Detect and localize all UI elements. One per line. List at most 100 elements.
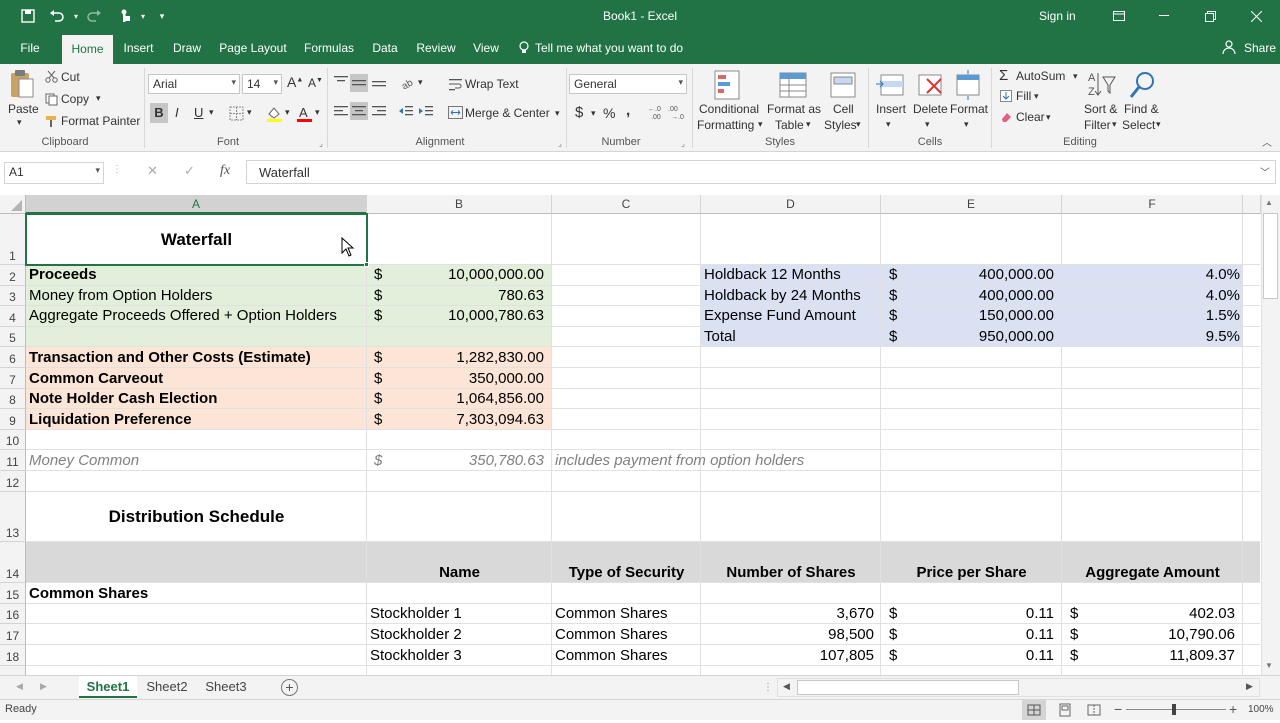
sort-dropdown-icon[interactable]: ▾ xyxy=(1112,119,1117,130)
borders-icon[interactable] xyxy=(228,105,244,121)
column-header-d[interactable]: D xyxy=(701,195,881,214)
zoom-slider[interactable] xyxy=(1126,709,1226,710)
tab-draw[interactable]: Draw xyxy=(167,32,207,64)
cell-a3[interactable]: Money from Option Holders xyxy=(29,287,212,304)
tab-home[interactable]: Home xyxy=(62,35,113,64)
cell-d17[interactable]: 98,500 xyxy=(704,626,874,643)
cell-d16[interactable]: 3,670 xyxy=(704,605,874,622)
row-header[interactable]: 1 xyxy=(0,214,26,265)
horizontal-scroll-thumb[interactable] xyxy=(797,680,1019,695)
font-size-select[interactable]: 14 ▾ xyxy=(242,74,282,94)
worksheet-grid[interactable]: A B C D E F 1 2 3 4 5 6 7 8 9 10 11 12 1… xyxy=(0,195,1280,675)
delete-dropdown-icon[interactable]: ▾ xyxy=(925,119,930,130)
column-header-g[interactable] xyxy=(1243,195,1261,214)
cell-d14[interactable]: Number of Shares xyxy=(701,564,881,581)
font-name-select[interactable]: Arial ▾ xyxy=(148,74,240,94)
merge-dropdown-icon[interactable]: ▾ xyxy=(555,108,560,119)
cell-styles-icon[interactable] xyxy=(826,68,860,102)
cell-e14[interactable]: Price per Share xyxy=(881,564,1062,581)
cell-e17[interactable]: 0.11 xyxy=(884,626,1054,643)
tab-file[interactable]: File xyxy=(8,32,52,64)
row-header[interactable]: 10 xyxy=(0,430,26,450)
row-header[interactable]: 3 xyxy=(0,286,26,306)
cell-styles-dropdown-icon[interactable]: ▾ xyxy=(856,119,861,130)
percent-style-button[interactable]: % xyxy=(603,105,615,121)
autosum-dropdown-icon[interactable]: ▾ xyxy=(1073,71,1078,82)
row-header[interactable]: 6 xyxy=(0,347,26,368)
collapse-ribbon-icon[interactable]: ︿ xyxy=(1262,134,1272,149)
sign-in-link[interactable]: Sign in xyxy=(1039,9,1076,23)
cell-styles-button[interactable]: Cell xyxy=(833,102,854,116)
comma-style-button[interactable]: , xyxy=(626,102,630,119)
tab-data[interactable]: Data xyxy=(366,32,404,64)
page-layout-view-icon[interactable] xyxy=(1054,700,1076,720)
cell-d3[interactable]: Holdback by 24 Months xyxy=(704,287,861,304)
cell-c14[interactable]: Type of Security xyxy=(552,564,701,581)
column-header-c[interactable]: C xyxy=(552,195,701,214)
decrease-indent-icon[interactable] xyxy=(398,104,414,118)
cell-b9[interactable]: 7,303,094.63 xyxy=(370,411,544,428)
cell-f2[interactable]: 4.0% xyxy=(1065,266,1240,283)
row-header[interactable]: 13 xyxy=(0,492,26,542)
cell-a13[interactable]: Distribution Schedule xyxy=(26,507,367,527)
row-header[interactable]: 12 xyxy=(0,471,26,492)
page-break-view-icon[interactable] xyxy=(1083,700,1105,720)
delete-cells-button[interactable]: Delete xyxy=(913,102,948,116)
conditional-dropdown-icon[interactable]: ▾ xyxy=(758,119,763,130)
merge-center-button[interactable]: Merge & Center xyxy=(465,106,550,120)
cell-a6[interactable]: Transaction and Other Costs (Estimate) xyxy=(29,349,311,366)
format-painter-button[interactable]: Format Painter xyxy=(61,114,140,128)
number-format-select[interactable]: General ▾ xyxy=(569,74,687,94)
cell-b3[interactable]: 780.63 xyxy=(370,287,544,304)
share-person-icon[interactable] xyxy=(1222,40,1236,57)
cell-a15[interactable]: Common Shares xyxy=(29,585,148,602)
row-header[interactable]: 5 xyxy=(0,327,26,347)
cell-c17[interactable]: Common Shares xyxy=(555,626,668,643)
autosum-icon[interactable]: Σ xyxy=(999,67,1008,84)
cell-e2[interactable]: 400,000.00 xyxy=(884,266,1054,283)
cell-e3[interactable]: 400,000.00 xyxy=(884,287,1054,304)
format-cells-icon[interactable] xyxy=(952,68,984,102)
normal-view-icon[interactable] xyxy=(1022,700,1046,720)
scroll-right-icon[interactable]: ▶ xyxy=(1246,681,1253,692)
cell-a4[interactable]: Aggregate Proceeds Offered + Option Hold… xyxy=(29,307,337,324)
cell-b7[interactable]: 350,000.00 xyxy=(370,370,544,387)
row-header[interactable]: 16 xyxy=(0,604,26,624)
cell-a11[interactable]: Money Common xyxy=(29,452,139,469)
bold-button[interactable]: B xyxy=(150,103,168,123)
sheet-tab-1[interactable]: Sheet1 xyxy=(79,676,137,698)
font-color-icon[interactable]: A xyxy=(295,104,313,122)
cancel-entry-icon[interactable]: ✕ xyxy=(147,163,158,179)
cell-b8[interactable]: 1,064,856.00 xyxy=(370,390,544,407)
underline-dropdown-icon[interactable]: ▾ xyxy=(209,107,214,118)
accounting-dropdown-icon[interactable]: ▾ xyxy=(591,108,596,119)
cell-f14[interactable]: Aggregate Amount xyxy=(1062,564,1243,581)
close-icon[interactable] xyxy=(1233,0,1279,32)
ribbon-display-icon[interactable] xyxy=(1096,0,1142,32)
row-header[interactable]: 2 xyxy=(0,265,26,286)
find-select-icon[interactable] xyxy=(1126,68,1158,102)
zoom-out-icon[interactable]: − xyxy=(1114,701,1122,717)
tab-split-icon[interactable]: ⋮ xyxy=(763,682,773,693)
insert-function-button[interactable]: fx xyxy=(220,163,230,179)
insert-cells-button[interactable]: Insert xyxy=(876,102,906,116)
cell-d5[interactable]: Total xyxy=(704,328,736,345)
insert-cells-icon[interactable] xyxy=(874,68,906,102)
cell-f5[interactable]: 9.5% xyxy=(1065,328,1240,345)
delete-cells-icon[interactable] xyxy=(914,68,946,102)
align-center-icon[interactable] xyxy=(350,102,368,120)
formula-input[interactable] xyxy=(246,160,1276,184)
cell-c11[interactable]: includes payment from option holders xyxy=(555,452,804,469)
select-all-corner[interactable] xyxy=(0,195,26,214)
cell-b16[interactable]: Stockholder 1 xyxy=(370,605,462,622)
cell-f4[interactable]: 1.5% xyxy=(1065,307,1240,324)
copy-dropdown-icon[interactable]: ▾ xyxy=(96,93,101,104)
wrap-text-button[interactable]: Wrap Text xyxy=(465,77,519,91)
zoom-slider-thumb[interactable] xyxy=(1172,704,1176,715)
align-left-icon[interactable] xyxy=(333,104,349,118)
row-header[interactable]: 15 xyxy=(0,583,26,604)
sheet-tab-3[interactable]: Sheet3 xyxy=(198,676,254,698)
cell-d2[interactable]: Holdback 12 Months xyxy=(704,266,841,283)
cell-f18[interactable]: 11,809.37 xyxy=(1065,647,1235,664)
cell-b17[interactable]: Stockholder 2 xyxy=(370,626,462,643)
